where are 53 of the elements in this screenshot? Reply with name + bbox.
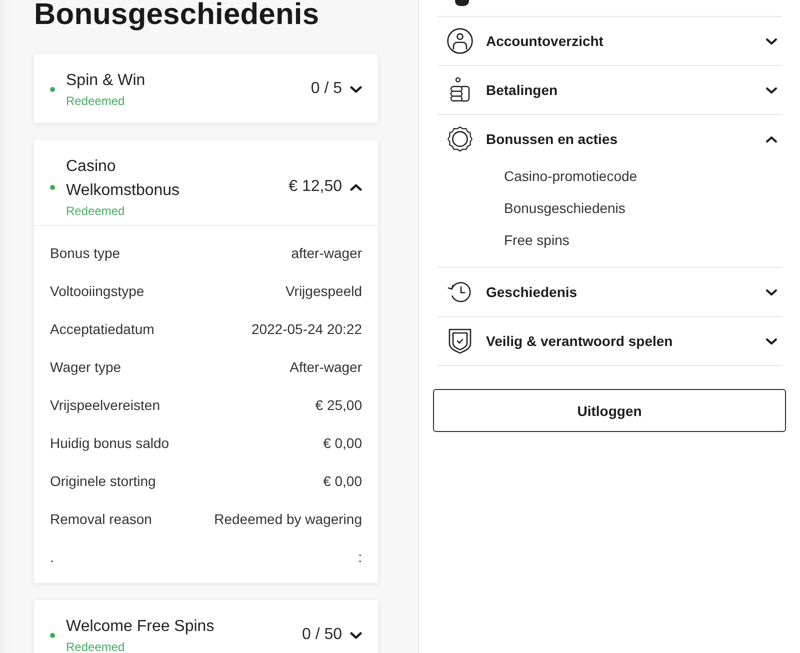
menu-item[interactable]: Betalingen xyxy=(437,66,782,114)
detail-value: Vrijgespeeld xyxy=(285,283,362,299)
status-dot-icon xyxy=(50,86,55,92)
bonus-title: Welcome Free Spins xyxy=(66,617,214,637)
chevron-down-icon[interactable] xyxy=(766,38,777,44)
menu-item[interactable]: Veilig & verantwoord spelen xyxy=(437,317,782,365)
detail-label: . xyxy=(50,549,54,565)
detail-value: after-wager xyxy=(291,245,362,261)
cropped-icon xyxy=(455,0,469,6)
history-icon xyxy=(447,279,473,305)
submenu-link[interactable]: Bonusgeschiedenis xyxy=(504,192,626,224)
detail-value: € 0,00 xyxy=(323,435,362,451)
page-title: Bonusgeschiedenis xyxy=(34,0,320,30)
detail-value: Redeemed by wagering xyxy=(214,511,362,527)
bonus-amount: 0 / 5 xyxy=(310,79,342,99)
status-dot-icon xyxy=(50,184,55,190)
shield-check-icon xyxy=(447,328,473,354)
chevron-down-icon[interactable] xyxy=(766,338,777,344)
chevron-down-icon[interactable] xyxy=(766,288,777,296)
detail-label: Vrijspeelvereisten xyxy=(50,397,160,413)
detail-label: Removal reason xyxy=(50,511,152,527)
chevron-down-icon[interactable] xyxy=(766,86,777,94)
status-label: Redeemed xyxy=(66,639,126,653)
chevron-down-icon[interactable] xyxy=(350,632,362,638)
detail-label: Wager type xyxy=(50,359,122,375)
menu-item[interactable]: Bonussen en acties xyxy=(437,115,782,163)
bonus-title: Casino Welkomstbonus xyxy=(66,157,181,201)
detail-value: : xyxy=(358,549,362,565)
detail-label: Originele storting xyxy=(50,473,156,489)
bonus-title: Spin & Win xyxy=(66,71,146,91)
chevron-up-icon[interactable] xyxy=(766,136,777,142)
detail-value: 2022-05-24 20:22 xyxy=(251,321,362,337)
detail-label: Bonus type xyxy=(50,245,120,261)
detail-value: After-wager xyxy=(290,359,362,375)
status-label: Redeemed xyxy=(66,203,126,219)
bonus-amount: 0 / 50 xyxy=(302,625,342,645)
detail-label: Acceptatiedatum xyxy=(50,321,154,337)
logout-button[interactable]: Uitloggen xyxy=(433,389,786,432)
status-dot-icon xyxy=(50,632,55,638)
detail-value: € 25,00 xyxy=(315,397,362,413)
badge-icon xyxy=(447,126,473,152)
user-icon xyxy=(447,28,473,54)
menu-item[interactable]: Accountoverzicht xyxy=(437,17,782,65)
submenu-link[interactable]: Free spins xyxy=(504,224,570,256)
chevron-up-icon[interactable] xyxy=(350,184,362,190)
detail-label: Voltooiingstype xyxy=(50,283,144,299)
bonus-amount: € 12,50 xyxy=(288,177,342,197)
status-label: Redeemed xyxy=(66,93,126,109)
submenu-link[interactable]: Casino-promotiecode xyxy=(504,160,638,192)
chevron-down-icon[interactable] xyxy=(350,86,362,92)
detail-label: Huidig bonus saldo xyxy=(50,435,170,451)
detail-value: € 0,00 xyxy=(323,473,362,489)
menu-item[interactable]: Geschiedenis xyxy=(437,268,782,316)
